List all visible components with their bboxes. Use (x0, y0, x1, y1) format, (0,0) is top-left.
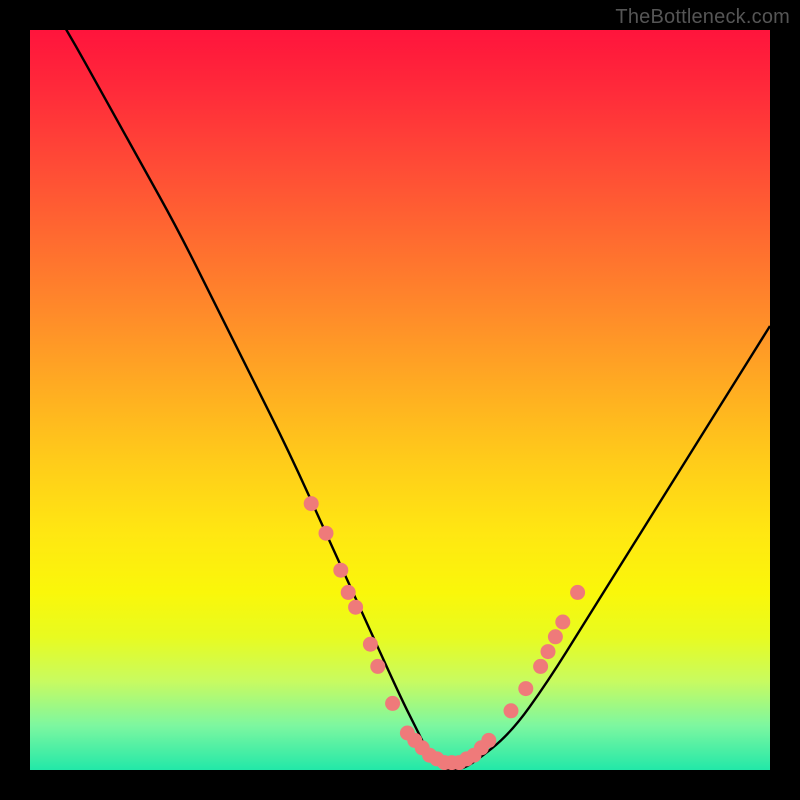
marker-point (348, 600, 363, 615)
marker-point (504, 703, 519, 718)
marker-point (555, 615, 570, 630)
watermark-text: TheBottleneck.com (615, 6, 790, 29)
marker-point (570, 585, 585, 600)
bottleneck-curve-path (30, 30, 770, 770)
marker-point (319, 526, 334, 541)
plot-area (30, 30, 770, 770)
marker-point (533, 659, 548, 674)
marker-point (363, 637, 378, 652)
highlighted-points-group (304, 496, 585, 770)
chart-frame: TheBottleneck.com (0, 0, 800, 800)
marker-point (481, 733, 496, 748)
marker-point (333, 563, 348, 578)
marker-point (548, 629, 563, 644)
marker-point (341, 585, 356, 600)
marker-point (518, 681, 533, 696)
bottleneck-curve-svg (30, 30, 770, 770)
marker-point (304, 496, 319, 511)
marker-point (370, 659, 385, 674)
marker-point (541, 644, 556, 659)
marker-point (385, 696, 400, 711)
